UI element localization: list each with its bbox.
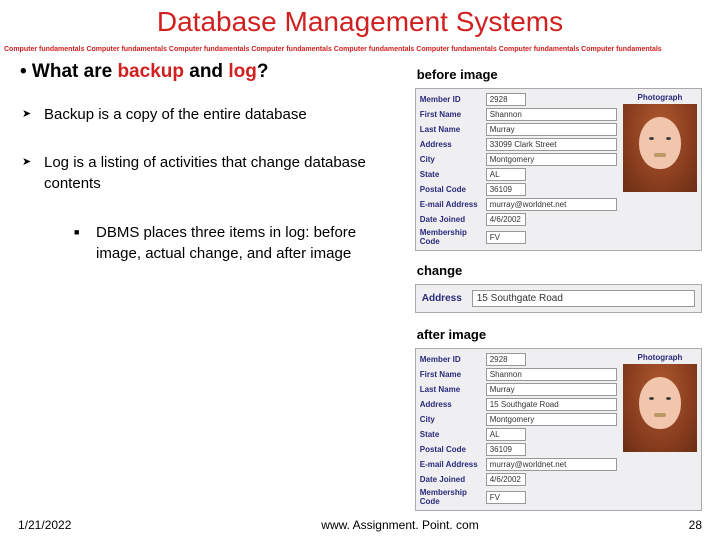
field-label: E-mail Address bbox=[420, 460, 482, 469]
field-value: 15 Southgate Road bbox=[486, 398, 617, 411]
before-photo-column: Photograph bbox=[623, 93, 697, 246]
field-label: Postal Code bbox=[420, 185, 482, 194]
q-word-log: log bbox=[228, 61, 257, 82]
label-after-image: after image bbox=[417, 327, 702, 342]
field-value: Montgomery bbox=[486, 413, 617, 426]
field-label: State bbox=[420, 430, 482, 439]
after-image-card: Member ID 2928 First Name Shannon Last Nam… bbox=[415, 348, 702, 511]
field-label: City bbox=[420, 155, 482, 164]
right-column: before image Member ID 2928 First Name Sha… bbox=[415, 59, 702, 523]
sub-bullet-list: DBMS places three items in log: before i… bbox=[44, 222, 403, 264]
field-label: City bbox=[420, 415, 482, 424]
page-title: Database Management Systems bbox=[0, 0, 720, 38]
field-value: 4/6/2002 bbox=[486, 473, 526, 486]
bullet-list: Backup is a copy of the entire database … bbox=[18, 105, 403, 264]
field-value: 36109 bbox=[486, 443, 526, 456]
field-value: 2928 bbox=[486, 93, 526, 106]
repeating-band: Computer fundamentals Computer fundament… bbox=[0, 38, 720, 59]
field-label: Last Name bbox=[420, 125, 482, 134]
field-value: Shannon bbox=[486, 368, 617, 381]
field-label: Address bbox=[420, 140, 482, 149]
field-value: Murray bbox=[486, 123, 617, 136]
member-photo bbox=[623, 364, 697, 452]
field-label: First Name bbox=[420, 110, 482, 119]
field-value: 33099 Clark Street bbox=[486, 138, 617, 151]
field-label: Postal Code bbox=[420, 445, 482, 454]
field-value: FV bbox=[486, 491, 526, 504]
footer: 1/21/2022 www. Assignment. Point. com 28 bbox=[0, 518, 720, 532]
bullet-backup: Backup is a copy of the entire database bbox=[18, 105, 403, 125]
content-area: • What are backup and log? Backup is a c… bbox=[0, 59, 720, 523]
field-value: Montgomery bbox=[486, 153, 617, 166]
field-label: First Name bbox=[420, 370, 482, 379]
photo-label: Photograph bbox=[638, 353, 683, 362]
change-field-label: Address bbox=[422, 293, 462, 304]
field-value: FV bbox=[486, 231, 526, 244]
field-value: 4/6/2002 bbox=[486, 213, 526, 226]
footer-page-number: 28 bbox=[662, 518, 702, 532]
before-image-card: Member ID 2928 First Name Shannon Last Nam… bbox=[415, 88, 702, 251]
field-value: murray@worldnet.net bbox=[486, 198, 617, 211]
after-photo-column: Photograph bbox=[623, 353, 697, 506]
field-value: Shannon bbox=[486, 108, 617, 121]
field-label: Date Joined bbox=[420, 475, 482, 484]
field-label: Membership Code bbox=[420, 488, 482, 506]
q-prefix: • What are bbox=[20, 61, 117, 82]
field-label: State bbox=[420, 170, 482, 179]
field-value: AL bbox=[486, 428, 526, 441]
question-heading: • What are backup and log? bbox=[20, 61, 403, 83]
field-label: Date Joined bbox=[420, 215, 482, 224]
field-value: 36109 bbox=[486, 183, 526, 196]
field-label: E-mail Address bbox=[420, 200, 482, 209]
field-value: 2928 bbox=[486, 353, 526, 366]
after-fields: Member ID 2928 First Name Shannon Last Nam… bbox=[420, 353, 617, 506]
field-label: Address bbox=[420, 400, 482, 409]
q-mid: and bbox=[184, 61, 228, 82]
field-value: Murray bbox=[486, 383, 617, 396]
field-label: Membership Code bbox=[420, 228, 482, 246]
sub-bullet-dbms: DBMS places three items in log: before i… bbox=[74, 222, 403, 264]
q-word-backup: backup bbox=[117, 61, 184, 82]
q-suffix: ? bbox=[257, 61, 269, 82]
member-photo bbox=[623, 104, 697, 192]
change-card: Address 15 Southgate Road bbox=[415, 284, 702, 313]
field-value: AL bbox=[486, 168, 526, 181]
bullet-log-text: Log is a listing of activities that chan… bbox=[44, 154, 366, 191]
footer-date: 1/21/2022 bbox=[18, 518, 138, 532]
footer-site: www. Assignment. Point. com bbox=[138, 518, 662, 532]
before-fields: Member ID 2928 First Name Shannon Last Nam… bbox=[420, 93, 617, 246]
label-before-image: before image bbox=[417, 67, 702, 82]
bullet-log: Log is a listing of activities that chan… bbox=[18, 153, 403, 264]
field-label: Last Name bbox=[420, 385, 482, 394]
field-value: murray@worldnet.net bbox=[486, 458, 617, 471]
photo-label: Photograph bbox=[638, 93, 683, 102]
label-change: change bbox=[417, 263, 702, 278]
left-column: • What are backup and log? Backup is a c… bbox=[18, 59, 415, 523]
field-label: Member ID bbox=[420, 95, 482, 104]
change-field-value: 15 Southgate Road bbox=[472, 290, 695, 307]
field-label: Member ID bbox=[420, 355, 482, 364]
